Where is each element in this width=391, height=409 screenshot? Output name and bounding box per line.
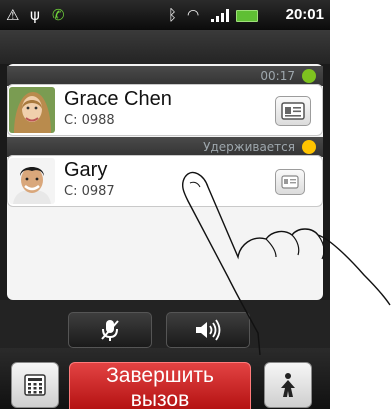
avatar [9, 158, 55, 204]
caller-number: C: 0987 [64, 184, 115, 199]
microphone-icon [101, 320, 119, 341]
contact-card-button[interactable] [275, 96, 311, 126]
end-call-label-line1: Завершить [106, 364, 214, 387]
hold-status-dot [302, 140, 316, 154]
wifi-icon: ◠ [187, 7, 200, 23]
hand-pointer-illustration [181, 171, 391, 355]
hold-status-text: Удерживается [203, 140, 295, 154]
end-call-label-line2: вызов [130, 388, 190, 409]
active-status-dot [302, 69, 316, 83]
caller-number: C: 0988 [64, 113, 115, 128]
status-time: 20:01 [285, 6, 324, 23]
dialpad-icon [24, 374, 46, 396]
bottom-bar: Завершить вызов [0, 348, 330, 409]
usb-icon: ψ [30, 6, 40, 24]
call-timer: 00:17 [260, 69, 295, 83]
dialpad-button[interactable] [11, 362, 59, 408]
contact-card-icon [281, 102, 305, 120]
header-band [0, 30, 330, 64]
battery-icon [236, 10, 258, 22]
active-call-header: 00:17 [7, 66, 323, 86]
call-card-active[interactable]: Grace Chen C: 0988 [7, 84, 323, 136]
end-call-button[interactable]: Завершить вызов [69, 362, 251, 409]
status-bar: ⚠ ψ ✆ ᛒ ◠ 20:01 [0, 0, 330, 30]
caller-name: Grace Chen [64, 88, 172, 110]
alert-icon: ⚠ [6, 6, 20, 24]
mute-button[interactable] [68, 312, 152, 348]
caller-name: Gary [64, 159, 108, 181]
call-active-icon: ✆ [52, 6, 65, 24]
bluetooth-icon: ᛒ [168, 6, 178, 24]
add-call-icon [281, 373, 295, 397]
held-call-header: Удерживается [7, 137, 323, 157]
avatar [9, 87, 55, 133]
more-button[interactable] [264, 362, 312, 408]
signal-icon [211, 9, 233, 22]
